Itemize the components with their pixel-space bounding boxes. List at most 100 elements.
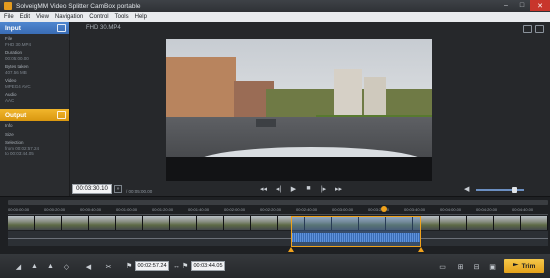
- menu-file[interactable]: File: [4, 14, 14, 20]
- ruler-tick-label: 00:02:20.00: [260, 207, 282, 212]
- ruler-tick-label: 00:01:20.00: [152, 207, 174, 212]
- menu-bar: File Edit View Navigation Control Tools …: [0, 12, 550, 22]
- ruler-tick-label: 00:03:40.00: [404, 207, 426, 212]
- menu-edit[interactable]: Edit: [20, 14, 30, 20]
- open-file-icon[interactable]: [57, 24, 66, 32]
- ruler-tick-label: 00:03:00.00: [332, 207, 354, 212]
- menu-navigation[interactable]: Navigation: [55, 14, 83, 20]
- menu-view[interactable]: View: [36, 14, 49, 20]
- ruler-tick-label: 00:00:40.00: [80, 207, 102, 212]
- thumbnail-frame[interactable]: [143, 216, 170, 230]
- window-controls: – □ ✕: [498, 0, 550, 12]
- start-marker[interactable]: [288, 247, 294, 252]
- step-back-icon[interactable]: ◂|: [274, 184, 283, 193]
- close-button[interactable]: ✕: [530, 0, 550, 11]
- end-flag-icon[interactable]: ⚑: [182, 262, 190, 271]
- start-time-field[interactable]: 00:02:57.24: [135, 261, 169, 271]
- duration-label: / 00:05:00.00: [126, 189, 153, 194]
- audio-waveform[interactable]: [8, 231, 548, 246]
- next-frame-icon[interactable]: ▸▸: [334, 184, 343, 193]
- file-name: FHD 30.MP4: [86, 25, 121, 31]
- save-file-icon[interactable]: [57, 111, 66, 119]
- end-marker[interactable]: [418, 247, 424, 252]
- ruler-tick-label: 00:01:40.00: [188, 207, 210, 212]
- ruler-tick-label: 00:04:40.00: [512, 207, 534, 212]
- video-frame[interactable]: [166, 39, 432, 181]
- thumbnail-frame[interactable]: [62, 216, 89, 230]
- stop-icon[interactable]: ■: [304, 184, 313, 193]
- playhead[interactable]: [381, 206, 387, 212]
- thumbnail-frame[interactable]: [197, 216, 224, 230]
- duration-value: 00:05:00.00: [128, 189, 153, 194]
- volume-knob[interactable]: [511, 186, 517, 193]
- snapshot-icon[interactable]: [523, 25, 532, 33]
- thumbnail-frame[interactable]: [521, 216, 548, 230]
- minimize-button[interactable]: –: [498, 0, 514, 11]
- ruler-tick-label: 00:01:00.00: [116, 207, 138, 212]
- menu-control[interactable]: Control: [89, 14, 108, 20]
- cut-icon[interactable]: ✂: [104, 262, 113, 271]
- speaker-icon[interactable]: ◀: [464, 186, 472, 193]
- title-bar: SolveigMM Video Splitter CamBox portable…: [0, 0, 550, 12]
- time-ruler[interactable]: 00:00:00.00 00:00:20.00 00:00:40.00 00:01:0…: [8, 206, 548, 215]
- ruler-tick-label: 00:04:20.00: [476, 207, 498, 212]
- info-value: AAC: [5, 97, 15, 103]
- thumbnail-frame[interactable]: [467, 216, 494, 230]
- ruler-tick-label: 00:02:00.00: [224, 207, 246, 212]
- next-marker-icon[interactable]: ▲: [46, 262, 55, 271]
- input-info: File FHD 30.MP4 Duration 00:05:00.00 Byt…: [0, 34, 69, 105]
- zoom-in-icon[interactable]: ⊞: [456, 262, 465, 271]
- ruler-tick-label: 00:04:00.00: [440, 207, 462, 212]
- timeline-scrollbar[interactable]: [8, 200, 548, 205]
- preview-tools: [523, 25, 544, 33]
- menu-help[interactable]: Help: [135, 14, 147, 20]
- settings-icon[interactable]: ▣: [488, 262, 497, 271]
- flag-icon: [512, 263, 519, 267]
- thumbnail-frame[interactable]: [89, 216, 116, 230]
- info-panel: Input File FHD 30.MP4 Duration 00:05:00.…: [0, 22, 70, 196]
- start-flag-icon[interactable]: ⚑: [126, 262, 134, 271]
- thumbnail-frame[interactable]: [35, 216, 62, 230]
- thumbnail-frame[interactable]: [224, 216, 251, 230]
- end-time-field[interactable]: 00:03:44.05: [191, 261, 225, 271]
- preview-area: FHD 30.MP4 00:03:30.10 » / 00:05:00.00 ◂…: [70, 22, 550, 196]
- audio-icon[interactable]: ◀: [84, 262, 93, 271]
- thumbnail-frame[interactable]: [494, 216, 521, 230]
- thumbnail-strip[interactable]: [8, 216, 548, 230]
- selection-region[interactable]: [291, 216, 421, 247]
- trim-label: Trim: [521, 262, 536, 270]
- go-start-icon[interactable]: ◢: [14, 262, 23, 271]
- volume-slider[interactable]: [476, 186, 524, 193]
- volume-control: ◀: [464, 186, 524, 193]
- thumbnail-frame[interactable]: [8, 216, 35, 230]
- ruler-tick-label: 00:00:20.00: [44, 207, 66, 212]
- transport-controls: ◂◂ ◂| ▶ ■ |▸ ▸▸: [259, 184, 343, 193]
- swap-icon[interactable]: ↔: [172, 262, 181, 271]
- marker-icon[interactable]: ◇: [62, 262, 71, 271]
- current-time-field[interactable]: 00:03:30.10: [72, 184, 112, 194]
- play-icon[interactable]: ▶: [289, 184, 298, 193]
- prev-marker-icon[interactable]: ▲: [30, 262, 39, 271]
- thumbnail-frame[interactable]: [251, 216, 278, 230]
- menu-tools[interactable]: Tools: [115, 14, 129, 20]
- trim-button[interactable]: Trim: [504, 259, 544, 273]
- zoom-fit-icon[interactable]: ▭: [438, 262, 447, 271]
- app-icon: [4, 2, 12, 10]
- timeline: 00:00:00.00 00:00:20.00 00:00:40.00 00:01:0…: [0, 196, 550, 254]
- thumbnail-frame[interactable]: [170, 216, 197, 230]
- prev-frame-icon[interactable]: ◂◂: [259, 184, 268, 193]
- window-title: SolveigMM Video Splitter CamBox portable: [16, 2, 141, 10]
- ruler-tick-label: 00:00:00.00: [8, 207, 30, 212]
- maximize-button[interactable]: □: [514, 0, 530, 11]
- output-info: Info Size Selection from 00:02:57.24 to …: [0, 121, 69, 159]
- zoom-out-icon[interactable]: ⊟: [472, 262, 481, 271]
- thumbnail-frame[interactable]: [440, 216, 467, 230]
- output-header[interactable]: Output: [0, 109, 69, 121]
- step-forward-icon[interactable]: |▸: [319, 184, 328, 193]
- input-header[interactable]: Input: [0, 22, 69, 34]
- bottom-toolbar: ◢ ▲ ▲ ◇ ◀ ✂ ⚑ 00:02:57.24 ↔ ⚑ 00:03:44.0…: [0, 254, 550, 278]
- output-title: Output: [5, 111, 27, 119]
- thumbnail-frame[interactable]: [116, 216, 143, 230]
- goto-time-button[interactable]: »: [114, 185, 122, 193]
- fullscreen-icon[interactable]: [535, 25, 544, 33]
